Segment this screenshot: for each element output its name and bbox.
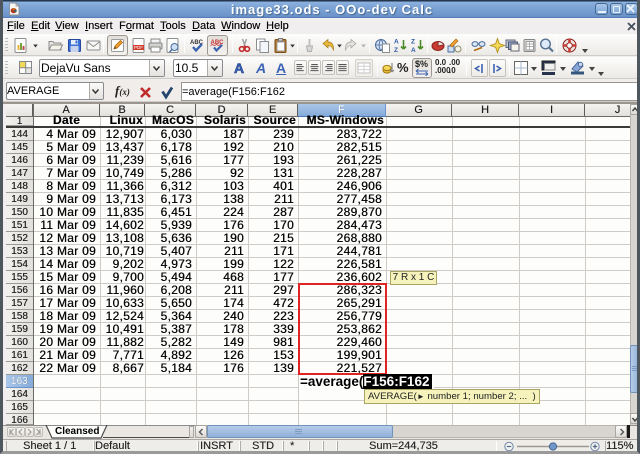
svg-text:Z: Z [411, 39, 415, 46]
svg-text:Z: Z [394, 47, 398, 54]
svg-text:A: A [411, 47, 416, 54]
svg-text:A: A [394, 39, 399, 46]
svg-text:PDF: PDF [134, 45, 143, 50]
